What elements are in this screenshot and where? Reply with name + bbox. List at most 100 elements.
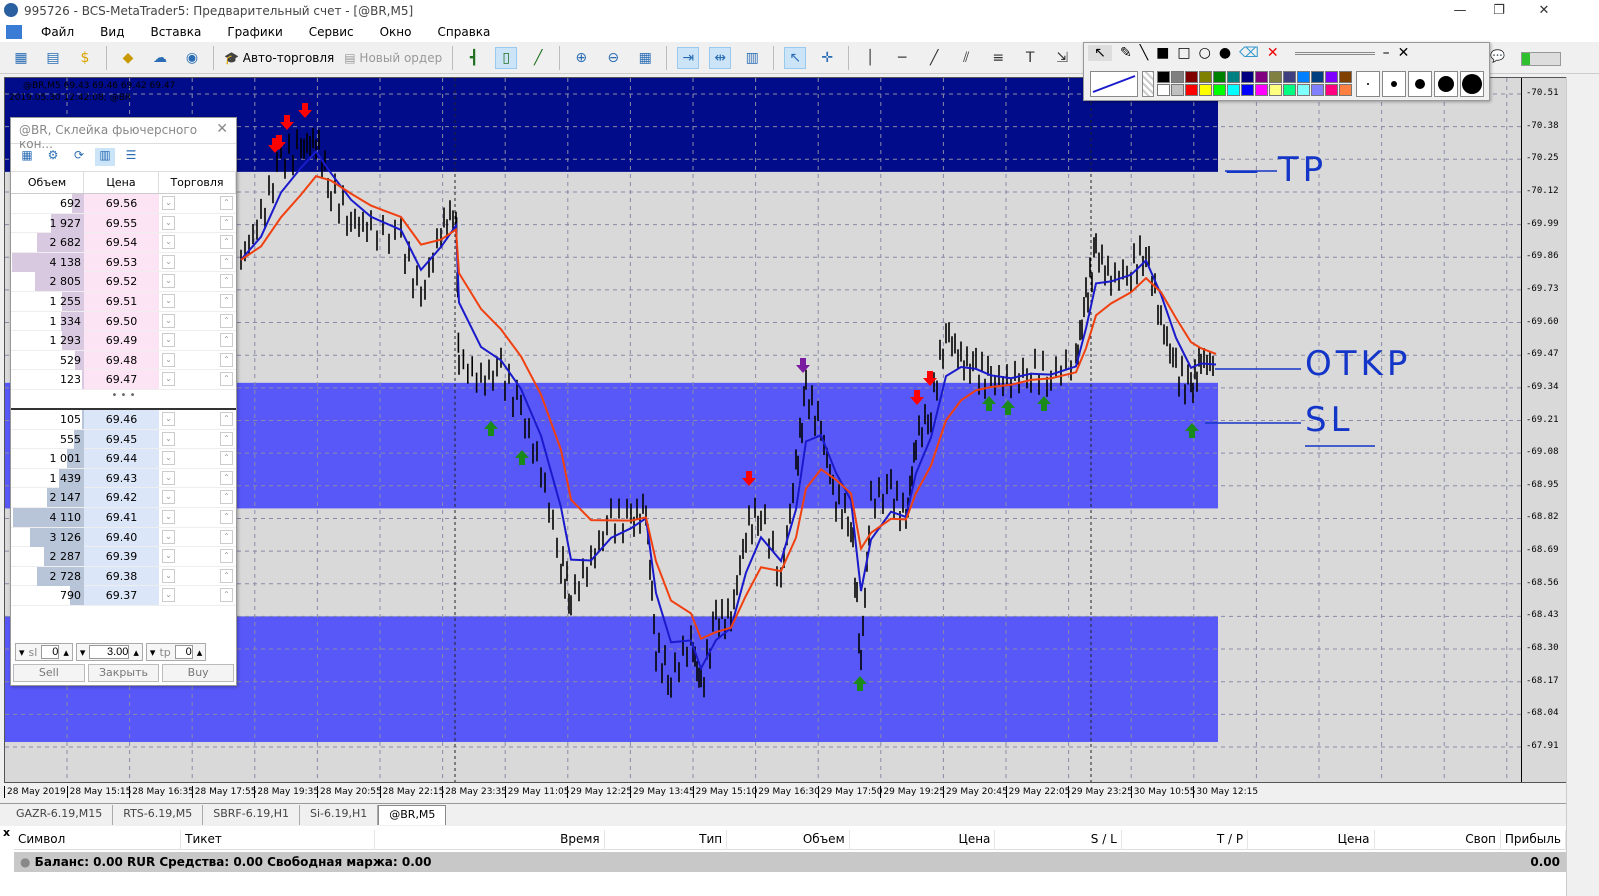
dom-row[interactable]: 1 001 69.44 ⌄ ⌃ bbox=[11, 449, 236, 469]
dom-row[interactable]: 4 110 69.41 ⌄ ⌃ bbox=[11, 507, 236, 528]
dom-row[interactable]: 555 69.45 ⌄ ⌃ bbox=[11, 429, 236, 450]
brush-size-option[interactable] bbox=[1382, 71, 1406, 97]
volume-input[interactable] bbox=[89, 645, 130, 659]
chevron-down-icon[interactable]: ⌄ bbox=[162, 490, 175, 505]
chevron-up-icon[interactable]: ⌃ bbox=[220, 529, 233, 544]
color-swatch[interactable] bbox=[1255, 71, 1268, 83]
dom-row[interactable]: 4 138 69.53 ⌄ ⌃ bbox=[11, 252, 236, 273]
close-position-button[interactable]: Закрыть bbox=[87, 664, 160, 682]
dom-row[interactable]: 790 69.37 ⌄ ⌃ bbox=[11, 586, 236, 606]
chart-window-icon[interactable] bbox=[6, 24, 22, 39]
dom-price[interactable]: 69.48 bbox=[84, 350, 159, 370]
color-swatch[interactable] bbox=[1227, 71, 1240, 83]
terminal-column-header[interactable]: Цена bbox=[1248, 830, 1375, 850]
transparent-color-swatch[interactable] bbox=[1142, 71, 1154, 97]
color-swatch[interactable] bbox=[1213, 84, 1226, 96]
time-axis[interactable]: 28 May 2019 28 May 15:15 28 May 16:35 28 Ma… bbox=[4, 783, 1524, 801]
chevron-down-icon[interactable]: ⌄ bbox=[162, 352, 175, 367]
color-swatch[interactable] bbox=[1311, 71, 1324, 83]
market-watch-icon[interactable]: $ bbox=[74, 47, 96, 69]
color-swatch[interactable] bbox=[1339, 71, 1352, 83]
color-swatch[interactable] bbox=[1339, 84, 1352, 96]
chevron-down-icon[interactable]: ⌄ bbox=[162, 274, 175, 289]
dom-columns-icon[interactable]: ▥ bbox=[95, 148, 115, 166]
dom-price[interactable]: 69.49 bbox=[84, 331, 159, 350]
color-swatch[interactable] bbox=[1185, 71, 1198, 83]
maximize-button[interactable]: ❐ bbox=[1476, 0, 1522, 21]
tab-chart[interactable]: Si-6.19,H1 bbox=[300, 805, 379, 825]
line-chart-icon[interactable]: ╱ bbox=[527, 47, 549, 69]
dom-row[interactable]: 692 69.56 ⌄ ⌃ bbox=[11, 194, 236, 214]
brush-size-option[interactable] bbox=[1408, 71, 1432, 97]
dom-price[interactable]: 69.47 bbox=[84, 370, 159, 389]
pointer-tool-icon[interactable]: ↖ bbox=[1088, 45, 1112, 61]
chevron-down-icon[interactable]: ⌄ bbox=[162, 293, 175, 308]
chevron-up-icon[interactable]: ⌃ bbox=[220, 313, 233, 328]
dom-price[interactable]: 69.39 bbox=[84, 547, 159, 566]
filled-rectangle-tool-icon[interactable]: ■ bbox=[1156, 45, 1169, 61]
cloud-icon[interactable]: ☁ bbox=[149, 47, 171, 69]
dom-price[interactable]: 69.53 bbox=[84, 252, 159, 272]
chevron-up-icon[interactable]: ⌃ bbox=[220, 333, 233, 348]
zoom-out-icon[interactable]: ⊖ bbox=[602, 47, 624, 69]
dom-row[interactable]: 105 69.46 ⌄ ⌃ bbox=[11, 409, 236, 430]
chevron-up-icon[interactable]: ⌃ bbox=[220, 549, 233, 564]
color-swatch[interactable] bbox=[1213, 71, 1226, 83]
menu-help[interactable]: Справка bbox=[438, 25, 491, 39]
trendline-icon[interactable]: ╱ bbox=[923, 47, 945, 69]
color-swatch[interactable] bbox=[1185, 84, 1198, 96]
dom-price[interactable]: 69.37 bbox=[84, 586, 159, 605]
sell-button[interactable]: Sell bbox=[13, 664, 85, 682]
terminal-column-header[interactable]: Тикет bbox=[181, 830, 376, 850]
chevron-down-icon[interactable]: ⌄ bbox=[162, 568, 175, 583]
marker-tool-icon[interactable]: ✎ bbox=[1120, 45, 1132, 61]
color-swatch[interactable] bbox=[1241, 84, 1254, 96]
terminal-column-header[interactable]: Прибыль bbox=[1501, 830, 1566, 850]
dom-price[interactable]: 69.55 bbox=[84, 213, 159, 233]
bar-chart-icon[interactable]: ┫ bbox=[463, 47, 485, 69]
signals-icon[interactable]: ◉ bbox=[181, 47, 203, 69]
dom-row[interactable]: 2 147 69.42 ⌄ ⌃ bbox=[11, 488, 236, 508]
color-swatch[interactable] bbox=[1199, 84, 1212, 96]
brush-size-option[interactable] bbox=[1460, 71, 1484, 97]
color-swatch[interactable] bbox=[1199, 71, 1212, 83]
filled-ellipse-tool-icon[interactable]: ● bbox=[1219, 45, 1231, 61]
dom-price[interactable]: 69.38 bbox=[84, 566, 159, 586]
dom-close-icon[interactable]: ✕ bbox=[216, 121, 228, 137]
color-swatch[interactable] bbox=[1311, 84, 1324, 96]
chevron-up-icon[interactable]: ⌃ bbox=[220, 215, 233, 230]
tab-chart[interactable]: @BR,M5 bbox=[378, 805, 447, 825]
dom-refresh-icon[interactable]: ⟳ bbox=[69, 148, 89, 166]
sl-stepper[interactable]: ▾sl▴ bbox=[15, 643, 73, 661]
chevron-up-icon[interactable]: ⌃ bbox=[220, 352, 233, 367]
dom-price[interactable]: 69.45 bbox=[84, 429, 159, 449]
color-swatch[interactable] bbox=[1241, 71, 1254, 83]
crosshair-icon[interactable]: ✛ bbox=[816, 47, 838, 69]
text-icon[interactable]: T bbox=[1019, 47, 1041, 69]
chevron-down-icon[interactable]: ⌄ bbox=[162, 431, 175, 446]
dom-row[interactable]: 1 293 69.49 ⌄ ⌃ bbox=[11, 331, 236, 351]
volume-stepper[interactable]: ▾▴ bbox=[75, 643, 143, 661]
panel-minimize-button[interactable]: – bbox=[1383, 45, 1390, 61]
rectangle-tool-icon[interactable]: □ bbox=[1177, 45, 1190, 61]
dom-price[interactable]: 69.52 bbox=[84, 272, 159, 291]
dom-row[interactable]: 123 69.47 ⌄ ⌃ bbox=[11, 370, 236, 390]
brush-size-option[interactable] bbox=[1434, 71, 1458, 97]
auto-trading-button[interactable]: 🎓 Авто-торговля bbox=[224, 51, 334, 65]
chevron-down-icon[interactable]: ⌄ bbox=[162, 372, 175, 387]
terminal-column-header[interactable]: T / P bbox=[1122, 830, 1249, 850]
dom-price[interactable]: 69.42 bbox=[84, 488, 159, 507]
chevron-down-icon[interactable]: ⌄ bbox=[162, 411, 175, 426]
menu-tools[interactable]: Сервис bbox=[309, 25, 354, 39]
tp-input[interactable] bbox=[174, 645, 193, 659]
zoom-in-icon[interactable]: ⊕ bbox=[570, 47, 592, 69]
chevron-up-icon[interactable]: ⌃ bbox=[220, 254, 233, 269]
chevron-up-icon[interactable]: ⌃ bbox=[220, 431, 233, 446]
chevron-down-icon[interactable]: ⌄ bbox=[162, 333, 175, 348]
chevron-down-icon[interactable]: ⌄ bbox=[162, 509, 175, 524]
dom-row[interactable]: 529 69.48 ⌄ ⌃ bbox=[11, 350, 236, 371]
chevron-down-icon[interactable]: ⌄ bbox=[162, 470, 175, 485]
chevron-up-icon[interactable]: ⌃ bbox=[220, 196, 233, 210]
chevron-down-icon[interactable]: ⌄ bbox=[162, 235, 175, 250]
equidistant-channel-icon[interactable]: ⫽ bbox=[955, 47, 977, 69]
